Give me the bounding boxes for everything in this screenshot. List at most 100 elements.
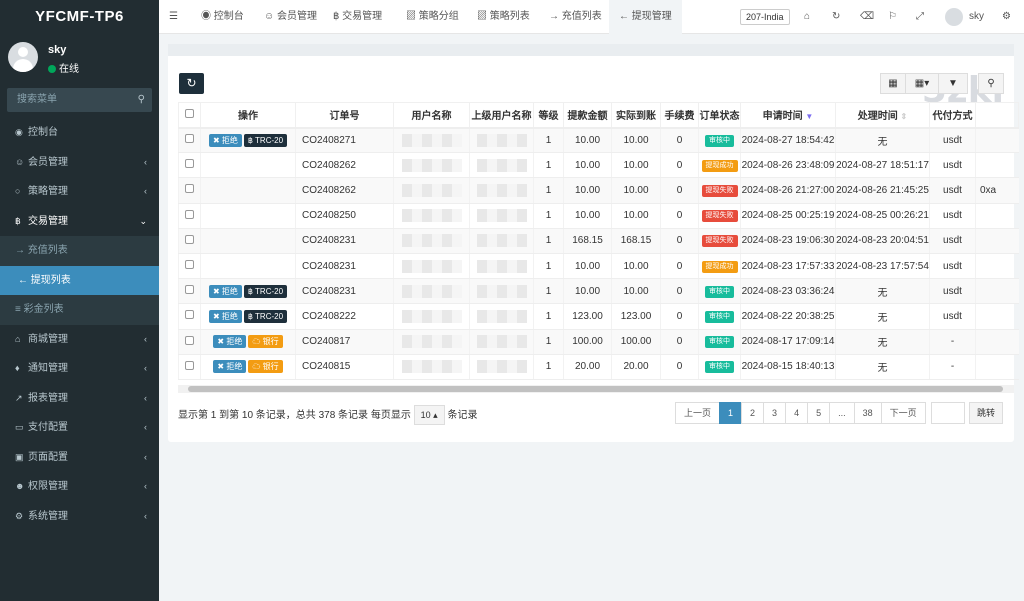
col-payout-method[interactable]: 代付方式: [929, 102, 976, 129]
col-status[interactable]: 订单状态: [698, 102, 741, 129]
sidebar-item-withdraw-list[interactable]: ← 提现列表: [0, 265, 159, 295]
sidebar-item-mall[interactable]: ⌂ 商城管理 ‹: [0, 325, 159, 355]
sidebar-item-members[interactable]: ☺ 会员管理 ‹: [0, 148, 159, 178]
row-checkbox[interactable]: [178, 228, 201, 254]
status-badge: 审核中: [705, 285, 734, 298]
tab-strategy-list[interactable]: ▨ 策略列表: [477, 0, 530, 34]
fullscreen-icon[interactable]: ⤢: [916, 0, 924, 34]
sidebar-item-dashboard[interactable]: ◉ 控制台: [0, 118, 159, 148]
col-apply-time[interactable]: 申请时间 ▼: [740, 102, 836, 129]
row-checkbox[interactable]: [178, 152, 201, 179]
search-icon[interactable]: ⚲: [138, 88, 145, 112]
jump-page-input[interactable]: [931, 402, 965, 424]
sidebar-item-permission[interactable]: ☻ 权限管理 ‹: [0, 472, 159, 502]
table-row[interactable]: CO2408262 1 10.00 10.00 0 提现失败 2024-08-26 21:2…: [178, 177, 1019, 204]
trc20-pay-button[interactable]: ฿ TRC-20: [243, 284, 288, 298]
row-checkbox[interactable]: [178, 303, 201, 330]
reject-button[interactable]: ✖ 拒绝: [208, 133, 242, 147]
page-5-button[interactable]: 5: [807, 402, 831, 424]
reject-button[interactable]: ✖ 拒绝: [208, 309, 242, 323]
tab-withdraw[interactable]: ← 提现管理: [609, 0, 682, 34]
tab-trade[interactable]: ฿ 交易管理: [333, 0, 382, 34]
table-row[interactable]: CO2408250 1 10.00 10.00 0 提现失败 2024-08-25 00:2…: [178, 203, 1019, 229]
bank-pay-button[interactable]: ☁ 银行: [248, 360, 283, 374]
row-checkbox[interactable]: [178, 253, 201, 280]
signout-icon: ←: [619, 11, 629, 22]
table-row[interactable]: CO2408231 1 10.00 10.00 0 提现成功 2024-08-23 17:5…: [178, 253, 1019, 280]
row-checkbox[interactable]: [178, 278, 201, 305]
page-1-button[interactable]: 1: [719, 402, 743, 424]
tab-members[interactable]: ☺ 会员管理: [264, 0, 317, 34]
trash-icon[interactable]: ⌫: [860, 0, 874, 34]
bank-pay-button[interactable]: ☁ 银行: [248, 335, 283, 349]
sidebar-item-bonus-list[interactable]: ≡ 彩金列表: [0, 295, 159, 325]
page-4-button[interactable]: 4: [785, 402, 809, 424]
col-fee[interactable]: 手续费: [660, 102, 699, 129]
columns-button[interactable]: ▦▾: [905, 73, 939, 94]
sidebar-item-page[interactable]: ▣ 页面配置 ‹: [0, 443, 159, 473]
table-row[interactable]: ✖ 拒绝 ☁ 银行 CO240815 1 20.00 20.00 0 审核中 2024-08-1…: [178, 354, 1019, 380]
fee: 0: [660, 177, 699, 204]
tab-recharge-list[interactable]: → 充值列表: [549, 0, 602, 34]
table-row[interactable]: ✖ 拒绝฿ TRC-20 CO2408231 1 10.00 10.00 0 审核中 2024…: [178, 278, 1019, 305]
col-order-no[interactable]: 订单号: [295, 102, 394, 129]
sidebar-item-payment[interactable]: ▭ 支付配置 ‹: [0, 413, 159, 443]
page-3-button[interactable]: 3: [763, 402, 787, 424]
col-level[interactable]: 等级: [533, 102, 564, 129]
export-button[interactable]: ▼: [938, 73, 968, 94]
table-row[interactable]: ✖ 拒绝฿ TRC-20 CO2408222 1 123.00 123.00 0 审核中 20…: [178, 303, 1019, 330]
table-row[interactable]: ✖ 拒绝 ☁ 银行 CO240817 1 100.00 100.00 0 审核中 2024-08…: [178, 329, 1019, 355]
row-checkbox[interactable]: [178, 127, 201, 154]
col-username[interactable]: 用户名称: [393, 102, 470, 129]
sidebar-item-trade[interactable]: ฿交易管理 ⌄: [0, 207, 159, 237]
col-amount[interactable]: 提款金额: [563, 102, 612, 129]
page-size-select[interactable]: 10 ▴: [413, 405, 445, 426]
col-process-time[interactable]: 处理时间 ⇕: [835, 102, 930, 129]
table-row[interactable]: ✖ 拒绝฿ TRC-20 CO2408271 1 10.00 10.00 0 审核中 2024…: [178, 127, 1019, 154]
sidebar-item-report[interactable]: ↗ 报表管理 ‹: [0, 384, 159, 414]
sort-icon[interactable]: ⇕: [901, 112, 908, 121]
app-logo[interactable]: YFCMF-TP6: [0, 0, 159, 34]
sidebar-item-notice[interactable]: ♦ 通知管理 ‹: [0, 354, 159, 384]
menu-toggle-icon[interactable]: ☰: [169, 0, 178, 34]
tab-strategy-group[interactable]: ▨ 策略分组: [406, 0, 459, 34]
table-row[interactable]: CO2408231 1 168.15 168.15 0 提现失败 2024-08-23 19…: [178, 228, 1019, 254]
home-icon[interactable]: ⌂: [804, 0, 810, 34]
avatar[interactable]: [945, 8, 963, 26]
row-checkbox[interactable]: [178, 354, 201, 380]
toggle-view-button[interactable]: ▦: [880, 73, 906, 94]
jump-button[interactable]: 跳转: [969, 402, 1003, 424]
chevron-left-icon: ‹: [144, 186, 147, 196]
region-badge[interactable]: 207-India: [740, 9, 790, 25]
prev-page-button[interactable]: 上一页: [675, 402, 721, 424]
page-2-button[interactable]: 2: [741, 402, 765, 424]
sort-desc-icon[interactable]: ▼: [805, 112, 813, 121]
col-actual[interactable]: 实际到账: [611, 102, 661, 129]
page-38-button[interactable]: 38: [853, 402, 882, 424]
col-actions[interactable]: 操作: [200, 102, 296, 129]
language-icon[interactable]: ⚐: [888, 0, 897, 34]
trc20-pay-button[interactable]: ฿ TRC-20: [243, 133, 288, 147]
top-user-name[interactable]: sky: [969, 0, 984, 34]
row-checkbox[interactable]: [178, 329, 201, 355]
gear-icon[interactable]: ⚙: [1002, 0, 1011, 34]
menu-search-input[interactable]: 搜索菜单 ⚲: [7, 88, 152, 112]
search-toggle-button[interactable]: ⚲: [978, 73, 1004, 94]
col-parent-username[interactable]: 上级用户名称: [469, 102, 534, 129]
refresh-button[interactable]: ↻: [179, 73, 204, 94]
reject-button[interactable]: ✖ 拒绝: [213, 360, 247, 374]
sidebar-item-system[interactable]: ⚙ 系统管理 ‹: [0, 502, 159, 532]
select-all-checkbox[interactable]: [178, 102, 201, 129]
horizontal-scrollbar[interactable]: [178, 385, 1014, 393]
sidebar-item-recharge-list[interactable]: → 充值列表: [0, 236, 159, 266]
reject-button[interactable]: ✖ 拒绝: [213, 335, 247, 349]
row-checkbox[interactable]: [178, 203, 201, 229]
reject-button[interactable]: ✖ 拒绝: [208, 284, 242, 298]
sidebar-item-strategy[interactable]: ○ 策略管理 ‹: [0, 177, 159, 207]
trc20-pay-button[interactable]: ฿ TRC-20: [243, 309, 288, 323]
tab-dashboard[interactable]: ◉ 控制台: [201, 0, 244, 34]
refresh-icon[interactable]: ↻: [832, 0, 840, 34]
row-checkbox[interactable]: [178, 177, 201, 204]
next-page-button[interactable]: 下一页: [880, 402, 926, 424]
table-row[interactable]: CO2408262 1 10.00 10.00 0 提现成功 2024-08-26 23:4…: [178, 152, 1019, 179]
